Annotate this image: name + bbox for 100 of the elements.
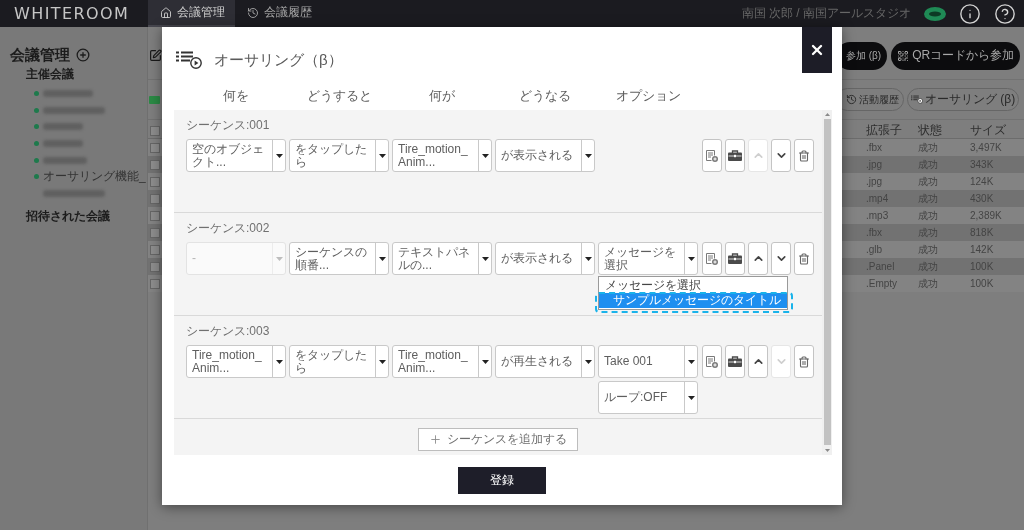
caret-down-icon [378,153,386,158]
section-title[interactable]: 主催会議 [26,65,74,83]
checkbox[interactable] [150,210,160,221]
status-dot [34,157,39,163]
scrollbar-thumb[interactable] [823,119,831,445]
toolbox-button[interactable] [725,139,745,172]
caret-down-icon [378,359,386,364]
dropdown-option[interactable]: メッセージを選択 [599,278,787,293]
checkbox[interactable] [150,142,160,153]
column-header: どうなる [519,87,571,105]
toolbox-button[interactable] [725,242,745,275]
dropdown-select[interactable]: が表示される [495,139,595,172]
note-plus-icon [706,149,718,162]
checkbox[interactable] [150,176,160,187]
trash-icon [798,252,810,265]
table-cell: .Empty [866,278,898,289]
dropdown-select[interactable]: メッセージを選択 [598,242,698,275]
move-up-button[interactable] [748,242,768,275]
close-icon [809,42,825,58]
status-dot [34,174,39,180]
history-icon [846,94,857,105]
dropdown-select[interactable]: Take 001 [598,345,698,378]
nav-tab[interactable]: 会議履歴 [235,0,322,27]
table-cell: 124K [970,176,994,187]
dropdown-select[interactable]: をタップしたら [289,139,389,172]
table-cell: .jpg [866,176,883,187]
note-button[interactable] [702,139,722,172]
dialog-title: オーサリング（β） [214,50,343,70]
add-sequence-button[interactable]: シーケンスを追加する [418,428,578,451]
delete-button[interactable] [794,139,814,172]
table-cell: .fbx [866,142,883,153]
caret-down-icon [584,153,592,158]
dropdown-select[interactable]: Tire_motion_Anim... [392,345,492,378]
toolbox-button[interactable] [725,345,745,378]
toolbox-icon [728,150,742,161]
dropdown-select[interactable]: が再生される [495,345,595,378]
scroll-down-icon[interactable] [824,449,830,452]
ring-icon[interactable] [924,6,946,21]
table-cell: .glb [866,244,883,255]
nav-tab[interactable]: 会議管理 [148,0,235,27]
note-button[interactable] [702,345,722,378]
section-title[interactable]: 招待された会議 [26,206,110,225]
delete-button[interactable] [794,345,814,378]
column-header: どうすると [306,87,372,105]
scrollbar[interactable] [822,110,832,455]
submit-button[interactable]: 登録 [458,467,546,494]
trash-icon [798,355,810,368]
tag-icon [149,95,160,104]
status-dot [34,124,39,130]
dropdown-select[interactable]: をタップしたら [289,345,389,378]
dropdown-select[interactable]: Tire_motion_Anim... [392,139,492,172]
trash-icon [798,149,810,162]
qr-code-icon [897,49,910,62]
caret-down-icon [481,256,489,261]
close-button[interactable] [802,27,832,73]
note-button[interactable] [702,242,722,275]
checkbox[interactable] [150,244,160,255]
join-button[interactable]: QRコードから参加 [891,41,1021,70]
move-down-button[interactable] [771,242,791,275]
add-icon[interactable] [76,48,90,62]
status-dot [34,90,39,96]
status-dot [34,107,39,113]
toolbox-icon [728,356,742,367]
caret-down-icon [687,395,695,400]
caret-down-icon [584,359,592,364]
checkbox[interactable] [150,193,160,204]
logo: WHITEROOM [14,5,130,22]
dropdown-select[interactable]: が表示される [495,242,595,275]
table-cell: 2,389K [970,210,1002,221]
checkbox[interactable] [150,261,160,272]
edit-icon[interactable] [149,49,162,62]
column-header: 拡張子 [866,122,902,139]
dropdown-select[interactable]: シーケンスの順番... [289,242,389,275]
checkbox[interactable] [150,227,160,238]
caret-down-icon [275,256,283,261]
checkbox[interactable] [150,125,160,136]
info-icon[interactable] [959,2,981,25]
dropdown-select[interactable]: Tire_motion_Anim... [186,345,286,378]
checkbox[interactable] [150,159,160,170]
dropdown-select[interactable]: 空のオブジェクト... [186,139,286,172]
scroll-up-icon[interactable] [824,113,830,116]
status-dot [34,140,39,146]
help-icon[interactable] [994,2,1016,25]
move-down-button[interactable] [771,139,791,172]
delete-button[interactable] [794,242,814,275]
toolbox-icon [728,253,742,264]
list-play-icon [911,95,923,104]
caret-down-icon [687,256,695,261]
caret-down-icon [481,153,489,158]
caret-down-icon [275,359,283,364]
dropdown-select[interactable]: ループ:OFF [598,381,698,414]
column-header: 何を [223,87,249,105]
table-cell: 3,497K [970,142,1002,153]
caret-down-icon [275,153,283,158]
list-play-icon [176,51,202,69]
checkbox[interactable] [150,278,160,289]
home-icon [160,6,172,19]
move-up-button[interactable] [748,345,768,378]
user-name: 南国 次郎 / 南国アールスタジオ [741,5,911,22]
dropdown-select[interactable]: テキストパネルの... [392,242,492,275]
